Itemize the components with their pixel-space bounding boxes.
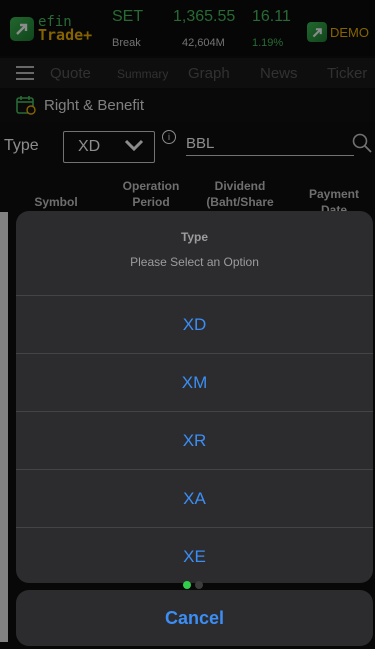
cancel-button[interactable]: Cancel	[16, 590, 373, 646]
action-sheet-message: Please Select an Option	[130, 255, 259, 269]
option-xe[interactable]: XE	[16, 528, 373, 583]
action-sheet-title: Type	[180, 230, 209, 244]
type-action-sheet: Type Please Select an Option XD XM XR XA…	[16, 211, 373, 583]
option-xm[interactable]: XM	[16, 354, 373, 412]
option-xr[interactable]: XR	[16, 412, 373, 470]
page-indicator	[183, 581, 207, 589]
page-dot	[195, 581, 203, 589]
page-dot-active	[183, 581, 191, 589]
action-sheet-header: Type Please Select an Option	[16, 211, 373, 296]
app-screen: efin Trade+ SET Break 1,365.55 42,604M 1…	[0, 0, 375, 649]
option-xd[interactable]: XD	[16, 296, 373, 354]
option-xa[interactable]: XA	[16, 470, 373, 528]
